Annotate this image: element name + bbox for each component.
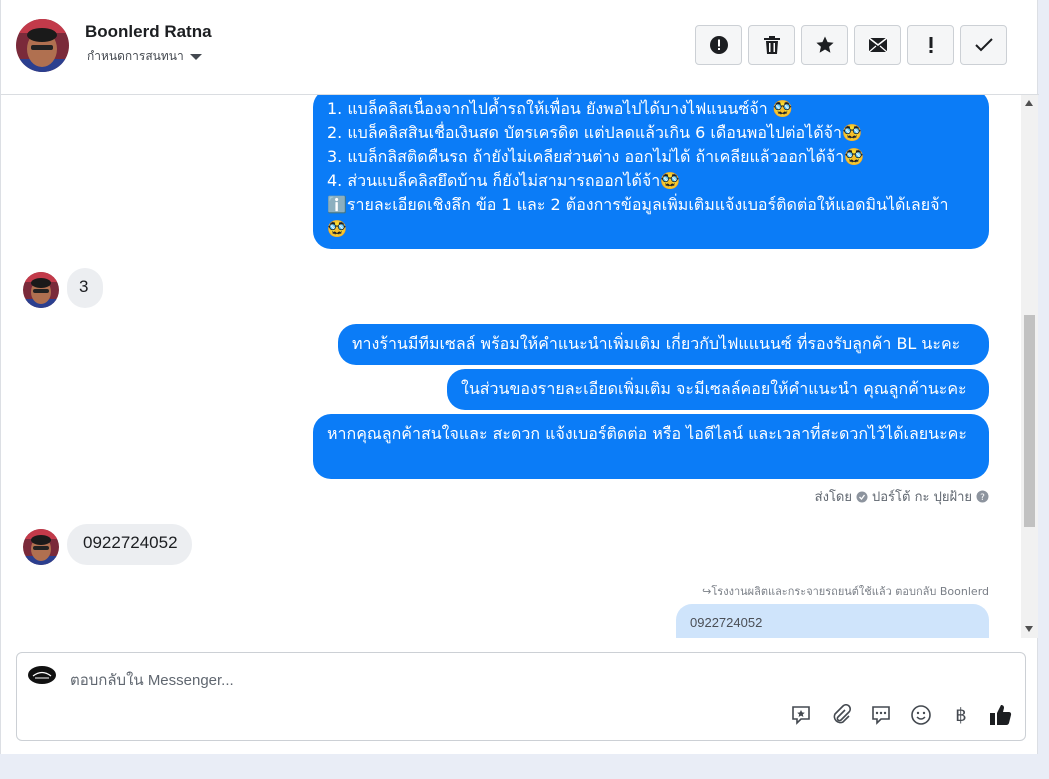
message-bubble-incoming: 0922724052 (67, 524, 192, 565)
star-icon (815, 36, 834, 53)
report-icon (709, 36, 728, 54)
flag-button[interactable] (907, 25, 954, 65)
conversation-header: Boonlerd Ratna กำหนดการสนทนา (1, 0, 1039, 95)
page-logo (27, 665, 57, 685)
verified-icon (856, 491, 868, 502)
contact-avatar-small[interactable] (23, 529, 59, 565)
report-button[interactable] (695, 25, 742, 65)
canned-message-button[interactable] (869, 703, 893, 727)
trash-icon (763, 36, 780, 54)
message-thread[interactable]: 1. แบล็คลิสเนื่องจากไปค้ำรถให้เพื่อน ยัง… (1, 95, 1021, 638)
scroll-down-arrow-icon[interactable] (1025, 626, 1033, 632)
mark-unread-button[interactable] (854, 25, 901, 65)
attach-button[interactable] (829, 703, 853, 727)
message-bubble-outgoing: ทางร้านมีทีมเซลล์ พร้อมให้คำแนะนำเพิ่มเต… (338, 324, 989, 365)
like-button[interactable] (989, 703, 1013, 727)
message-bubble-incoming: 3 (67, 268, 103, 308)
message-line: 2. แบล็คลิสสินเชื่อเงินสด บัตรเครดิต แต่… (327, 123, 862, 142)
message-line: 🥸 (327, 219, 347, 238)
reply-composer: ตอบกลับใน Messenger... ฿ (16, 652, 1026, 741)
payment-button[interactable]: ฿ (949, 703, 973, 727)
emoji-button[interactable] (909, 703, 933, 727)
envelope-icon (868, 37, 887, 53)
message-line: 4. ส่วนแบล็คลิสยึดบ้าน ก็ยังไม่สามารถออก… (327, 171, 681, 190)
scroll-up-arrow-icon[interactable] (1025, 100, 1033, 106)
help-icon[interactable]: ? (976, 490, 989, 503)
thumbs-up-icon (990, 705, 1012, 725)
message-line: 1. แบล็คลิสเนื่องจากไปค้ำรถให้เพื่อน ยัง… (327, 99, 793, 118)
delete-button[interactable] (748, 25, 795, 65)
sender-name: ปอร์โต้ กะ ปุยฝ้าย (872, 490, 972, 505)
saved-reply-icon (792, 706, 810, 725)
saved-reply-button[interactable] (789, 703, 813, 727)
message-bubble-outgoing: 1. แบล็คลิสเนื่องจากไปค้ำรถให้เพื่อน ยัง… (313, 95, 989, 249)
sent-by-label: ส่งโดย ปอร์โต้ กะ ปุยฝ้าย ? (815, 486, 989, 507)
star-button[interactable] (801, 25, 848, 65)
conversation-status-label: กำหนดการสนทนา (87, 49, 184, 63)
message-line: ℹ️รายละเอียดเชิงลึก ข้อ 1 และ 2 ต้องการข… (327, 195, 949, 214)
contact-name: Boonlerd Ratna (85, 22, 212, 41)
check-icon (974, 38, 993, 52)
caret-down-icon (189, 53, 202, 60)
sent-by-text: ส่งโดย (814, 490, 852, 505)
exclamation-icon (929, 37, 932, 53)
baht-icon: ฿ (955, 704, 967, 726)
scrollbar-thumb[interactable] (1024, 315, 1035, 527)
message-input[interactable]: ตอบกลับใน Messenger... (70, 668, 234, 692)
contact-avatar[interactable] (16, 19, 69, 72)
scrollbar[interactable] (1021, 95, 1038, 638)
conversation-status-dropdown[interactable]: กำหนดการสนทนา (87, 47, 202, 66)
attachment-icon (833, 704, 852, 724)
svg-text:?: ? (980, 493, 985, 503)
mark-done-button[interactable] (960, 25, 1007, 65)
message-bubble-outgoing: ในส่วนของรายละเอียดเพิ่มเติม จะมีเซลล์คอ… (447, 369, 989, 410)
conversation-panel: Boonlerd Ratna กำหนดการสนทนา 1. แบล็คลิส… (0, 0, 1039, 754)
composer-toolbar: ฿ (789, 703, 1013, 727)
message-line: 3. แบล็กลิสติดคืนรถ ถ้ายังไม่เคลียส่วนต่… (327, 147, 865, 166)
header-actions (695, 25, 1007, 65)
contact-avatar-small[interactable] (23, 272, 59, 308)
quoted-message: 0922724052 (676, 604, 989, 638)
reply-meta: ↪โรงงานผลิตและกระจายรถยนต์ใช้แล้ว ตอบกลั… (702, 585, 989, 598)
emoji-icon (911, 705, 931, 725)
message-bubble-outgoing: หากคุณลูกค้าสนใจและ สะดวก แจ้งเบอร์ติดต่… (313, 414, 989, 479)
chat-icon (872, 706, 890, 725)
